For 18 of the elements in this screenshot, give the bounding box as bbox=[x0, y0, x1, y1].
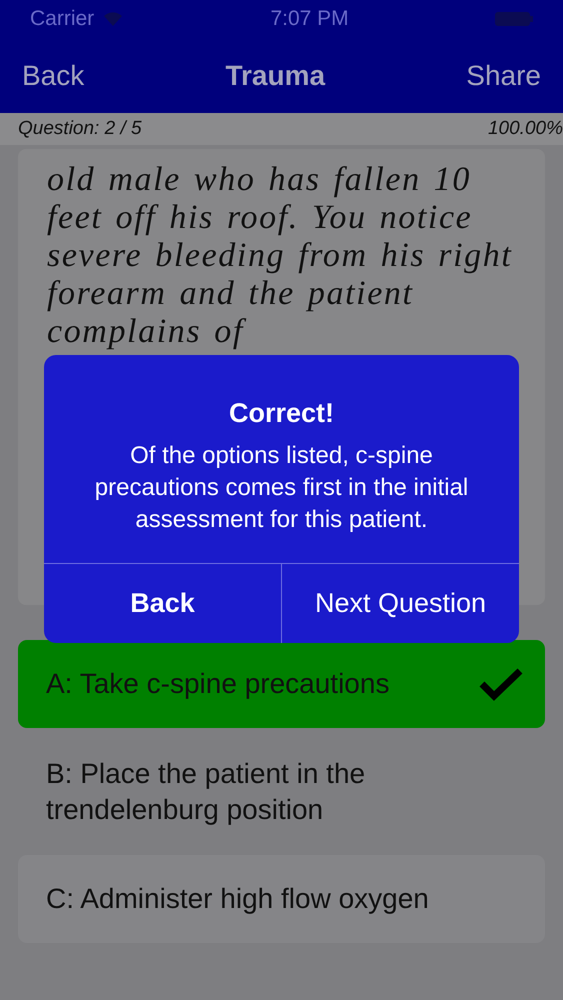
dialog-message: Of the options listed, c-spine precautions comes first in the initial assessment for this patient. bbox=[94, 440, 470, 534]
question-text: old male who has fallen 10 feet off his roof. You notice severe bleeding from his right forearm and the patient complains of bbox=[47, 161, 514, 351]
question-counter: Question: 2 / 5 bbox=[18, 116, 142, 141]
dialog-title: Correct! bbox=[228, 397, 336, 430]
checkmark-icon bbox=[479, 667, 523, 701]
back-button[interactable]: Back bbox=[44, 564, 281, 643]
status-time: 7:07 PM bbox=[270, 6, 349, 32]
next-question-button[interactable]: Next Question bbox=[281, 564, 519, 643]
wifi-icon bbox=[102, 11, 124, 27]
answer-option[interactable]: C: Administer high flow oxygen bbox=[18, 855, 545, 943]
answer-option[interactable]: B: Place the patient in the trendelenburg position bbox=[18, 739, 545, 844]
battery-icon bbox=[494, 11, 533, 27]
carrier-name: Carrier bbox=[30, 6, 94, 32]
back-button[interactable]: Back bbox=[22, 54, 84, 96]
answer-option[interactable]: A: Take c-spine precautions bbox=[18, 640, 545, 728]
screen-title: Trauma bbox=[225, 58, 326, 92]
share-button[interactable]: Share bbox=[466, 54, 541, 96]
score-percent: 100.00% bbox=[488, 116, 563, 141]
